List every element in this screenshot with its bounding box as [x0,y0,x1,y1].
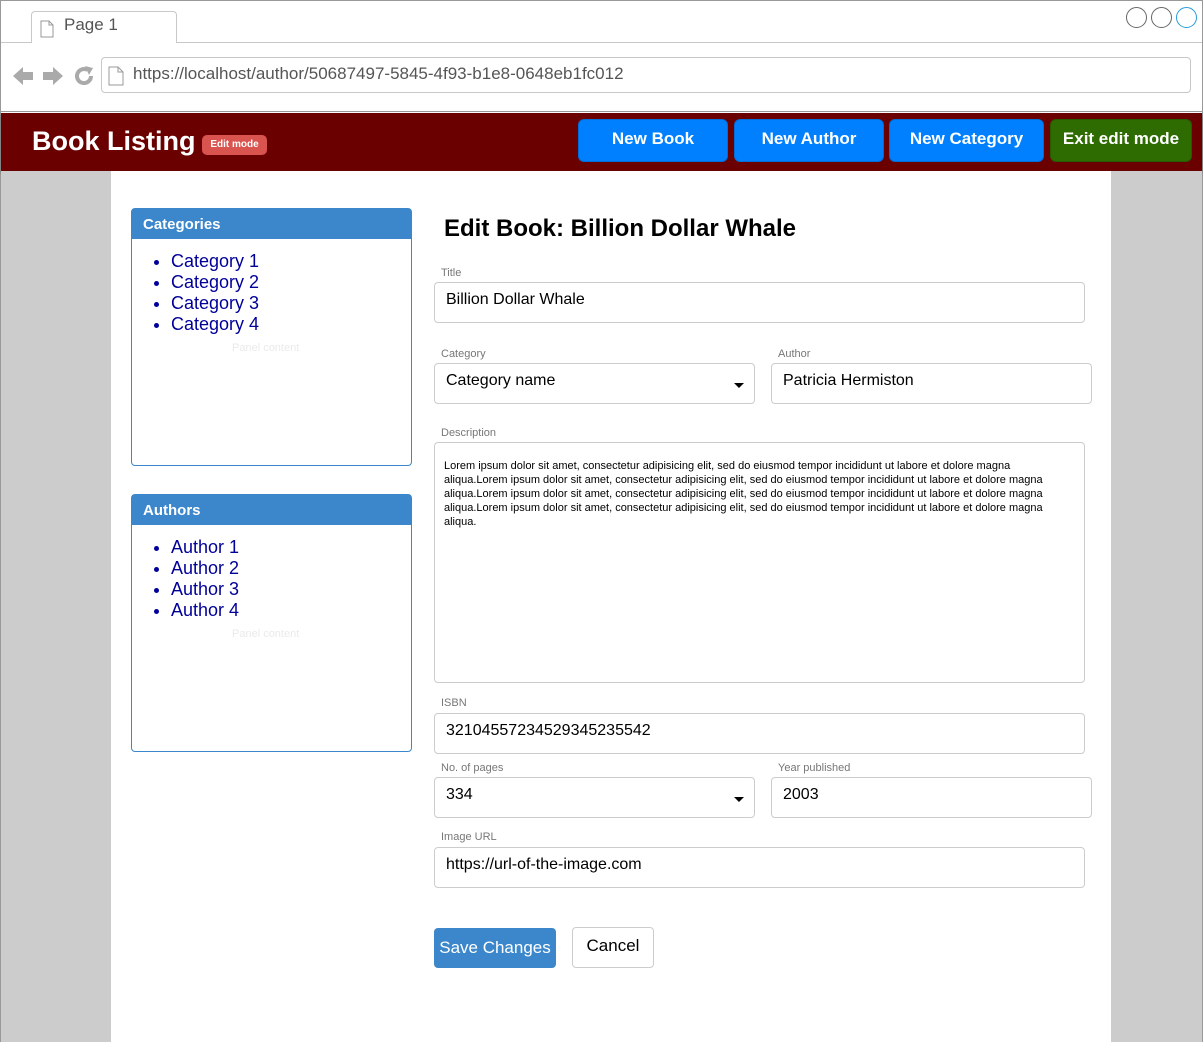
tab-bar: Page 1 [1,1,1202,43]
close-icon[interactable] [1176,7,1197,28]
minimize-icon[interactable] [1126,7,1147,28]
category-select[interactable]: Category name [434,363,755,404]
image-url-field[interactable]: https://url-of-the-image.com [434,847,1085,888]
pages-select[interactable]: 334 [434,777,755,818]
new-book-button[interactable]: New Book [578,119,728,162]
chevron-down-icon [734,797,744,802]
pages-label: No. of pages [441,762,504,774]
author-link[interactable]: Author 2 [171,558,411,579]
isbn-value: 32104557234529345235542 [446,722,651,739]
year-field[interactable]: 2003 [771,777,1092,818]
panel-placeholder: Panel content [232,628,300,640]
categories-panel-title: Categories [132,209,411,239]
authors-list: Author 1 Author 2 Author 3 Author 4 [132,537,411,621]
year-value: 2003 [783,786,819,803]
app-header: Book Listing Edit mode New Book New Auth… [1,113,1202,171]
category-link[interactable]: Category 4 [171,314,411,335]
isbn-label: ISBN [441,697,467,709]
authors-panel: Authors Author 1 Author 2 Author 3 Autho… [131,494,412,752]
refresh-icon[interactable] [72,64,96,88]
author-label: Author [778,348,811,360]
author-link[interactable]: Author 1 [171,537,411,558]
new-category-button[interactable]: New Category [889,119,1044,162]
back-arrow-icon[interactable] [11,64,35,88]
page-icon [108,66,124,86]
category-value: Category name [446,372,556,389]
browser-tab[interactable]: Page 1 [31,11,177,43]
edit-mode-badge: Edit mode [202,135,267,155]
address-bar: https://localhost/author/50687497-5845-4… [1,44,1202,112]
authors-panel-title: Authors [132,495,411,525]
new-author-button[interactable]: New Author [734,119,884,162]
chevron-down-icon [734,383,744,388]
browser-window: Page 1 https://localhost/author/50687497… [0,0,1203,1042]
category-link[interactable]: Category 1 [171,251,411,272]
category-link[interactable]: Category 2 [171,272,411,293]
description-label: Description [441,427,497,439]
save-changes-button[interactable]: Save Changes [434,928,556,968]
title-field[interactable]: Billion Dollar Whale [434,282,1085,323]
author-link[interactable]: Author 4 [171,600,411,621]
document-icon [40,20,54,38]
form-heading: Edit Book: Billion Dollar Whale [444,215,797,242]
title-label: Title [441,267,462,279]
url-input[interactable]: https://localhost/author/50687497-5845-4… [101,57,1191,93]
description-textarea[interactable]: Lorem ipsum dolor sit amet, consectetur … [434,442,1085,683]
isbn-field[interactable]: 32104557234529345235542 [434,713,1085,754]
url-text: https://localhost/author/50687497-5845-4… [133,64,624,83]
brand-title[interactable]: Book Listing [32,126,196,157]
panel-placeholder: Panel content [232,342,300,354]
categories-list: Category 1 Category 2 Category 3 Categor… [132,251,411,335]
author-field[interactable]: Patricia Hermiston [771,363,1092,404]
cancel-button[interactable]: Cancel [572,927,654,968]
category-label: Category [441,348,486,360]
category-link[interactable]: Category 3 [171,293,411,314]
author-value: Patricia Hermiston [783,372,914,389]
image-url-label: Image URL [441,831,497,843]
forward-arrow-icon[interactable] [41,64,65,88]
year-label: Year published [778,762,851,774]
exit-edit-mode-button[interactable]: Exit edit mode [1050,119,1192,162]
title-value: Billion Dollar Whale [446,291,585,308]
categories-panel: Categories Category 1 Category 2 Categor… [131,208,412,466]
tab-label: Page 1 [64,15,118,34]
image-url-value: https://url-of-the-image.com [446,856,642,873]
maximize-icon[interactable] [1151,7,1172,28]
pages-value: 334 [446,786,473,803]
author-link[interactable]: Author 3 [171,579,411,600]
